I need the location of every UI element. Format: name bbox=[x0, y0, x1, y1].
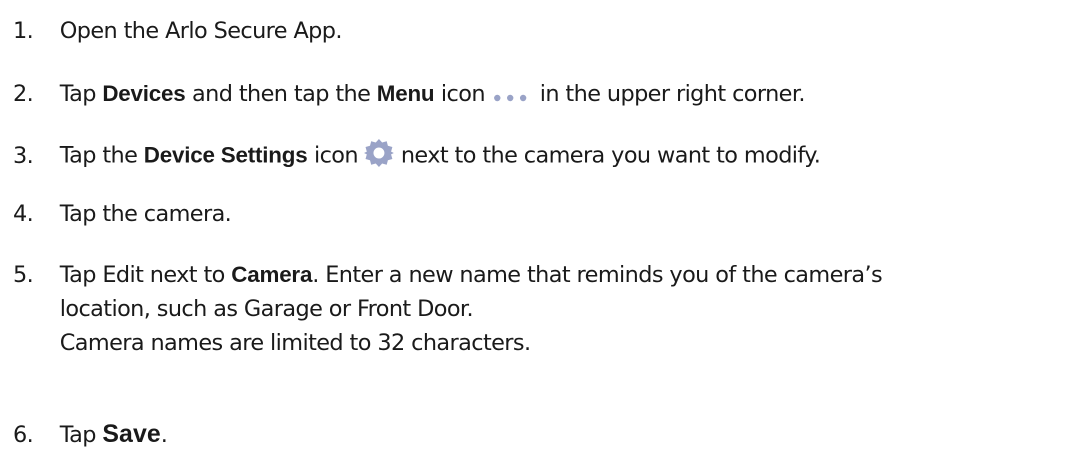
step-text: . bbox=[160, 422, 168, 448]
step-text: Tap the camera. bbox=[59, 201, 232, 227]
devices-label: Devices bbox=[102, 81, 186, 106]
step-number: 6. bbox=[13, 422, 34, 448]
device-settings-label: Device Settings bbox=[143, 142, 308, 168]
save-label: Save bbox=[102, 420, 161, 448]
gear-icon bbox=[364, 138, 395, 168]
step-number: 3. bbox=[13, 142, 34, 169]
step-text-continued: location, such as Garage or Front Door. bbox=[59, 295, 474, 322]
step-text: and then tap the bbox=[185, 81, 377, 107]
step-2: 2. Tap Devices and then tap the Menu icon… bbox=[13, 81, 1081, 108]
step-number: 4. bbox=[13, 201, 34, 227]
step-text: icon bbox=[434, 81, 492, 107]
step-text: Tap the bbox=[59, 142, 144, 169]
step-text: Tap Edit next to bbox=[59, 262, 232, 288]
menu-label: Menu bbox=[376, 81, 435, 106]
step-1: 1. Open the Arlo Secure App. bbox=[13, 18, 1081, 45]
step-text: next to the camera you want to modify. bbox=[394, 142, 821, 169]
step-number: 1. bbox=[13, 18, 34, 44]
step-text: Tap bbox=[59, 422, 103, 448]
step-text: Tap bbox=[59, 81, 103, 107]
ellipsis-menu-icon bbox=[491, 86, 533, 101]
step-text: . Enter a new name that reminds you of t… bbox=[312, 262, 883, 288]
step-3: 3. Tap the Device Settings icon next to t… bbox=[13, 138, 1081, 171]
step-number: 5. bbox=[13, 262, 34, 288]
camera-label: Camera bbox=[231, 262, 313, 287]
step-text: in the upper right corner. bbox=[533, 81, 806, 107]
step-5: 5. Tap Edit next to Camera. Enter a new n… bbox=[13, 262, 1081, 357]
step-number: 2. bbox=[13, 81, 34, 107]
step-text: icon bbox=[307, 142, 365, 169]
step-note: Camera names are limited to 32 character… bbox=[59, 329, 531, 356]
step-4: 4. Tap the camera. bbox=[13, 201, 1081, 228]
step-6: 6. Tap Save. bbox=[13, 420, 1081, 449]
step-text: Open the Arlo Secure App. bbox=[59, 18, 343, 44]
instruction-list: 1. Open the Arlo Secure App. 2. Tap Device… bbox=[0, 0, 1087, 466]
